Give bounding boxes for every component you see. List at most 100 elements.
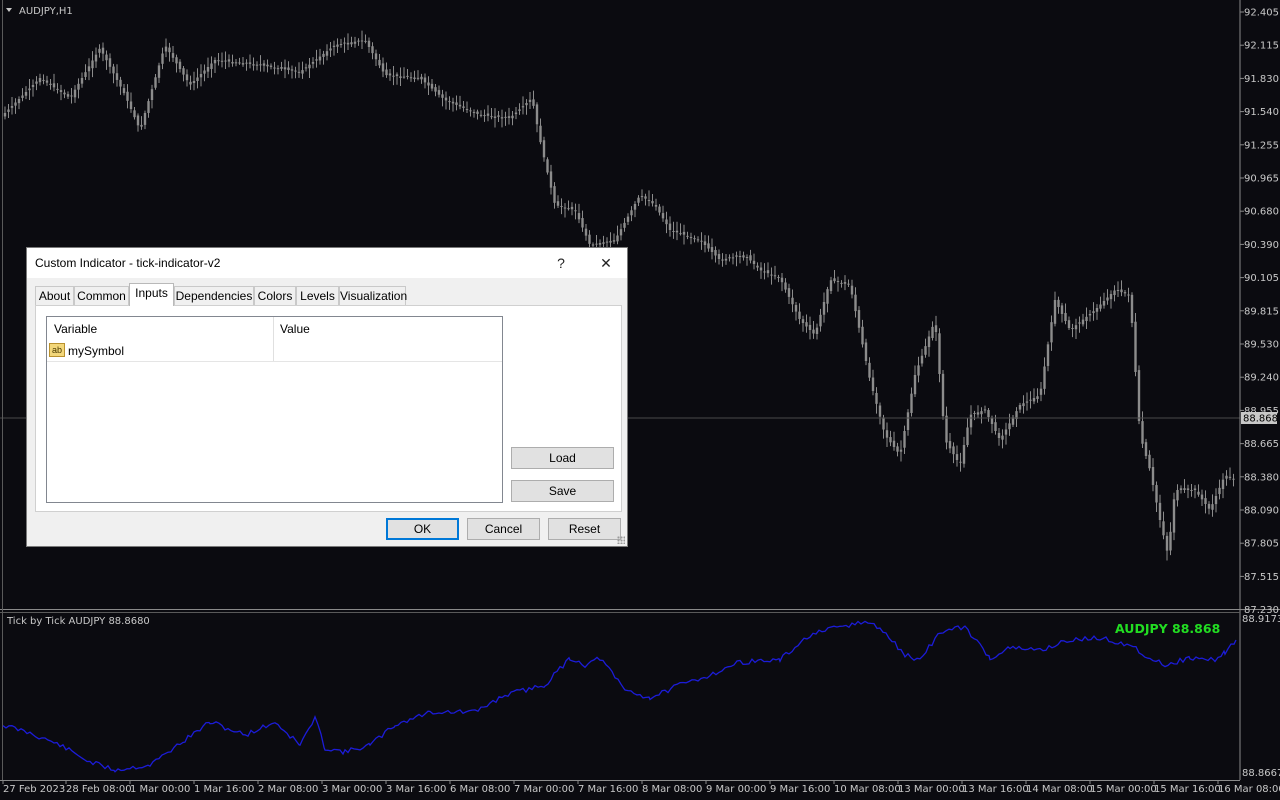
candle-body <box>808 324 812 330</box>
candle-body <box>903 431 906 448</box>
candle-body <box>1151 466 1155 485</box>
candle-body <box>721 259 724 261</box>
string-type-icon: ab <box>49 343 65 357</box>
candle-body <box>875 392 878 404</box>
candle-body <box>518 109 521 111</box>
candle-body <box>1214 496 1218 505</box>
candle-body <box>581 218 584 228</box>
candle-body <box>889 437 892 443</box>
load-button[interactable]: Load <box>511 447 614 469</box>
candle-body <box>1067 320 1071 328</box>
candle-body <box>983 409 987 411</box>
tab-visualization[interactable]: Visualization <box>339 286 407 305</box>
candle-body <box>724 258 728 261</box>
reset-button[interactable]: Reset <box>548 518 621 540</box>
tab-levels[interactable]: Levels <box>296 286 339 305</box>
candle-body <box>1032 398 1036 402</box>
candle-body <box>1064 312 1067 321</box>
candle-body <box>941 373 945 416</box>
price-axis-label: 88.665 <box>1244 439 1279 450</box>
candle-body <box>129 101 133 109</box>
candle-body <box>1127 294 1130 296</box>
candle-body <box>210 63 213 69</box>
candle-body <box>609 240 612 243</box>
tab-dependencies[interactable]: Dependencies <box>174 286 254 305</box>
candle-body <box>1197 491 1200 495</box>
price-axis-label: 90.390 <box>1244 240 1279 251</box>
candle-body <box>560 206 563 208</box>
candle-body <box>539 125 542 143</box>
candle-body <box>910 393 913 413</box>
candle-body <box>742 255 745 258</box>
candle-body <box>42 79 45 81</box>
table-row[interactable]: ab mySymbol <box>47 339 502 362</box>
candle-body <box>602 242 605 244</box>
resize-grip-icon[interactable] <box>617 536 625 544</box>
candle-body <box>1088 314 1092 316</box>
candle-body <box>448 101 451 103</box>
dialog-title: Custom Indicator - tick-indicator-v2 <box>35 256 221 270</box>
candle-body <box>542 140 546 158</box>
candle-body <box>420 76 423 80</box>
candle-body <box>815 327 819 334</box>
candle-body <box>924 346 927 355</box>
candle-body <box>108 58 112 67</box>
candle-body <box>661 213 665 219</box>
inputs-panel: Variable Value ab mySymbol Load Save <box>35 305 622 512</box>
candle-body <box>1116 289 1120 291</box>
candle-body <box>416 77 420 79</box>
candle-body <box>616 235 619 242</box>
candle-body <box>315 59 318 61</box>
tab-common[interactable]: Common <box>74 286 129 305</box>
candle-body <box>437 90 441 95</box>
candle-body <box>434 87 437 92</box>
candle-body <box>1008 423 1011 430</box>
candle-body <box>630 210 633 216</box>
collapse-triangle-icon[interactable] <box>6 8 12 12</box>
candle-body <box>112 66 115 74</box>
dialog-titlebar[interactable]: Custom Indicator - tick-indicator-v2 ? ✕ <box>27 248 627 278</box>
candle-body <box>763 271 766 273</box>
current-price-label: 88.868 <box>1243 414 1278 425</box>
tab-colors[interactable]: Colors <box>254 286 296 305</box>
candle-body <box>693 238 696 240</box>
candle-body <box>423 77 427 83</box>
candle-body <box>357 40 360 42</box>
candle-body <box>87 66 91 72</box>
tab-inputs[interactable]: Inputs <box>129 283 174 306</box>
candle-body <box>17 99 21 104</box>
candle-body <box>668 223 672 230</box>
ok-button[interactable]: OK <box>386 518 459 540</box>
candle-body <box>105 54 108 61</box>
tab-about[interactable]: About <box>35 286 74 305</box>
candle-body <box>427 82 430 86</box>
help-button[interactable]: ? <box>541 250 581 276</box>
table-header: Variable Value <box>47 317 502 339</box>
candle-body <box>1130 294 1134 323</box>
candle-body <box>35 81 38 84</box>
col-variable-header[interactable]: Variable <box>54 322 97 336</box>
custom-indicator-dialog[interactable]: Custom Indicator - tick-indicator-v2 ? ✕… <box>26 247 628 547</box>
candle-body <box>297 71 301 73</box>
close-button[interactable]: ✕ <box>586 250 626 276</box>
candle-body <box>353 41 357 44</box>
candle-body <box>283 67 287 70</box>
candle-body <box>665 219 668 225</box>
candle-body <box>378 59 381 66</box>
candle-body <box>462 106 465 108</box>
tick-price-label: AUDJPY 88.868 <box>1115 621 1220 636</box>
time-axis-label: 16 Mar 08:00 <box>1218 784 1280 795</box>
candle-body <box>133 110 136 118</box>
cancel-button[interactable]: Cancel <box>467 518 540 540</box>
col-value-header[interactable]: Value <box>280 322 310 336</box>
candle-body <box>836 281 840 283</box>
candle-body <box>322 53 325 57</box>
candle-body <box>1057 299 1060 307</box>
candle-body <box>395 74 399 77</box>
save-button[interactable]: Save <box>511 480 614 502</box>
inputs-table[interactable]: Variable Value ab mySymbol <box>46 316 503 503</box>
candle-body <box>98 48 101 53</box>
candle-body <box>861 326 864 345</box>
candle-body <box>1029 399 1032 401</box>
candle-body <box>728 257 731 259</box>
